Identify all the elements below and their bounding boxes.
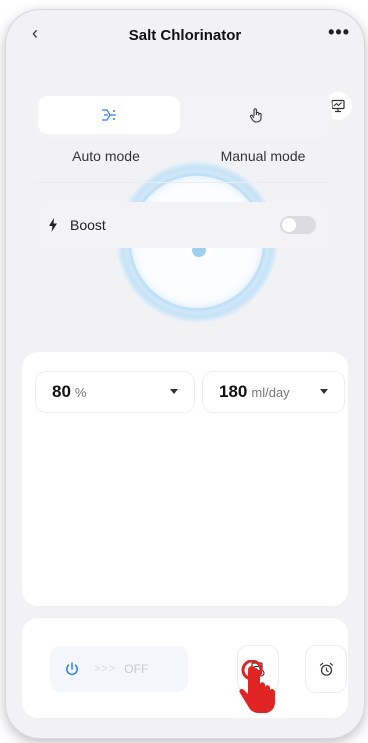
bolt-icon xyxy=(49,218,57,232)
alarm-clock-icon xyxy=(319,662,333,676)
dosing-rate-select[interactable]: 180 ml/day xyxy=(203,372,344,412)
header: ‹ Salt Chlorinator ••• xyxy=(6,10,364,56)
divider xyxy=(34,182,332,183)
monitor-chart-icon xyxy=(331,99,345,113)
more-options-icon[interactable]: ••• xyxy=(328,22,350,43)
power-icon xyxy=(66,662,78,676)
output-unit: % xyxy=(74,384,87,400)
auto-mode-label: Auto mode xyxy=(72,148,140,164)
timer-button[interactable] xyxy=(306,646,346,692)
tap-pointer-icon xyxy=(239,660,275,713)
page-title: Salt Chlorinator xyxy=(128,27,242,44)
boost-row: Boost xyxy=(34,202,332,248)
auto-mode-button[interactable] xyxy=(38,96,180,134)
dosing-value: 180 xyxy=(219,382,248,401)
boost-label: Boost xyxy=(70,217,106,233)
manual-mode-label: Manual mode xyxy=(220,148,306,164)
power-slider[interactable]: >>> OFF xyxy=(50,646,188,692)
slide-chevrons: >>> xyxy=(94,663,117,675)
auto-mode-icon xyxy=(102,109,116,121)
caret-down-icon xyxy=(170,389,178,394)
output-value: 80 xyxy=(52,382,71,401)
phone-frame: ‹ Salt Chlorinator ••• E3 80 % 180 xyxy=(6,10,364,738)
caret-down-icon xyxy=(320,389,328,394)
toggle-knob xyxy=(282,218,296,232)
power-state-label: OFF xyxy=(124,662,149,676)
manual-mode-button[interactable] xyxy=(184,96,328,134)
output-percent-select[interactable]: 80 % xyxy=(36,372,194,412)
boost-toggle[interactable] xyxy=(280,216,316,234)
control-panel: 80 % 180 ml/day xyxy=(22,352,348,606)
mode-selector xyxy=(34,92,332,138)
manual-mode-icon xyxy=(250,108,262,123)
bottom-action-bar: >>> OFF xyxy=(22,618,348,718)
dosing-unit: ml/day xyxy=(251,384,290,400)
